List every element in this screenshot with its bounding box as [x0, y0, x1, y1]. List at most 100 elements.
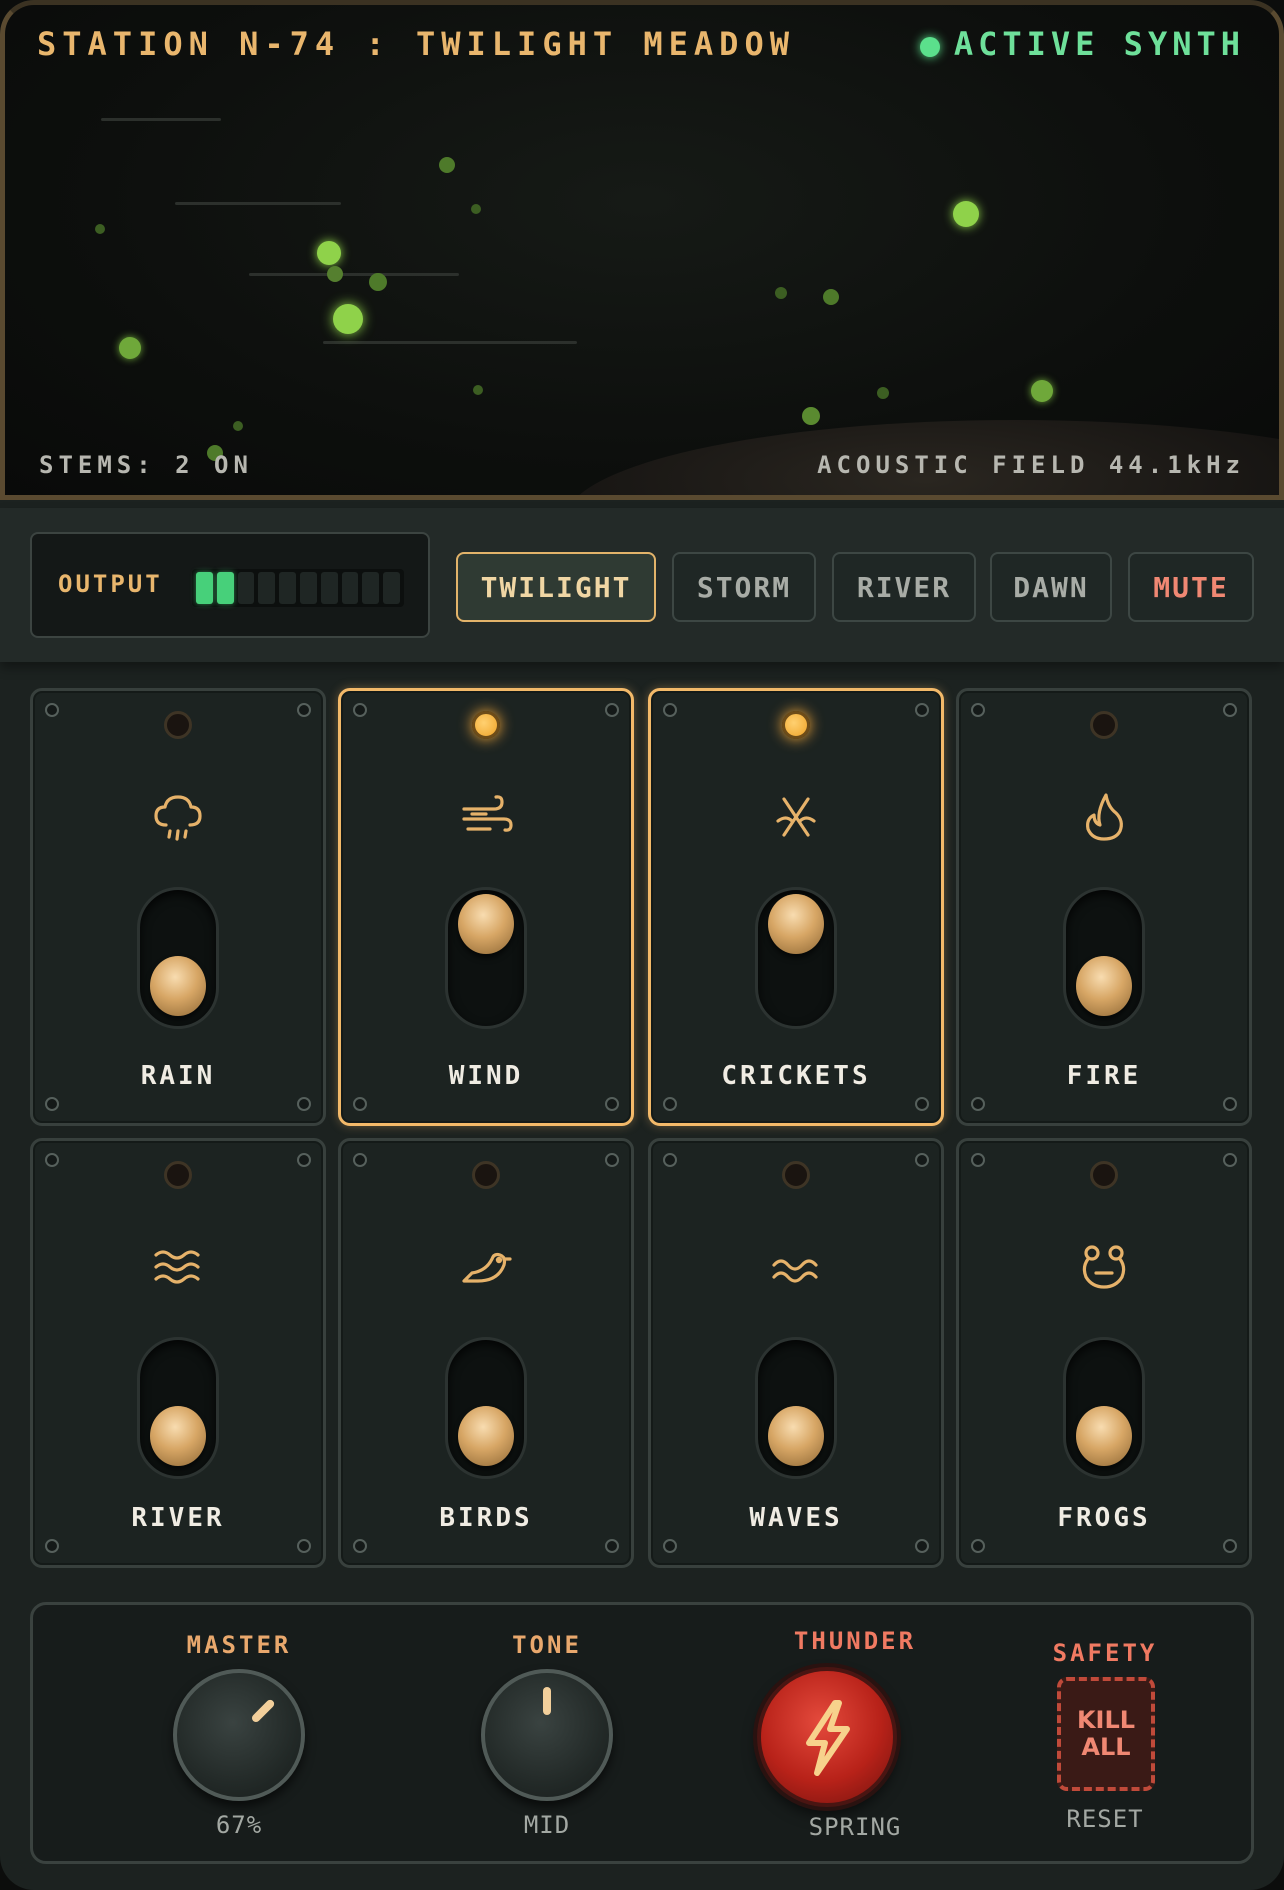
output-meter-box: OUTPUT	[30, 532, 430, 638]
stem-toggle-switch[interactable]	[137, 887, 219, 1029]
screw	[1223, 1539, 1237, 1553]
screw	[971, 703, 985, 717]
master-controls-panel: MASTER 67% TONE MID THUNDER SPRING SAFET…	[30, 1602, 1254, 1864]
stem-led	[782, 711, 810, 739]
ocean-wave-icon	[772, 1259, 818, 1283]
stem-toggle-switch[interactable]	[1063, 887, 1145, 1029]
lightning-icon	[806, 1700, 850, 1776]
screw	[1223, 1097, 1237, 1111]
thunder-value: SPRING	[808, 1813, 902, 1841]
stem-tile-birds[interactable]: BIRDS	[338, 1138, 634, 1568]
master-volume-knob[interactable]	[173, 1669, 305, 1801]
toggle-knob[interactable]	[1076, 956, 1132, 1016]
stem-toggle-switch[interactable]	[1063, 1337, 1145, 1479]
screw	[915, 1153, 929, 1167]
preset-storm-button[interactable]: STORM	[672, 552, 816, 622]
ambience-display: STATION N-74 : TWILIGHT MEADOW ACTIVE SY…	[0, 0, 1284, 500]
meter-segment	[237, 572, 255, 604]
toggle-knob[interactable]	[1076, 1406, 1132, 1466]
firefly	[233, 421, 243, 431]
screw	[605, 1153, 619, 1167]
output-level-meter	[192, 569, 404, 607]
wind-streak	[175, 202, 341, 205]
meter-segment	[196, 572, 213, 604]
screw	[1223, 1153, 1237, 1167]
stem-toggle-switch[interactable]	[755, 887, 837, 1029]
tone-value: MID	[523, 1811, 571, 1839]
firefly	[439, 157, 455, 173]
stems-count: STEMS: 2 ON	[39, 451, 253, 479]
preset-river-button[interactable]: RIVER	[832, 552, 976, 622]
screw	[45, 703, 59, 717]
stem-toggle-switch[interactable]	[137, 1337, 219, 1479]
stem-label: WAVES	[749, 1503, 843, 1533]
wind-streak	[101, 118, 221, 121]
screw	[353, 1153, 367, 1167]
toggle-knob[interactable]	[458, 894, 514, 954]
screw	[915, 1097, 929, 1111]
screw	[297, 703, 311, 717]
output-label: OUTPUT	[58, 570, 163, 598]
toggle-knob[interactable]	[768, 894, 824, 954]
screw	[1223, 703, 1237, 717]
meter-segment	[362, 572, 380, 604]
toggle-knob[interactable]	[458, 1406, 514, 1466]
tone-knob[interactable]	[481, 1669, 613, 1801]
stem-tile-waves[interactable]: WAVES	[648, 1138, 944, 1568]
stem-tile-fire[interactable]: FIRE	[956, 688, 1252, 1126]
knob-pointer	[250, 1698, 276, 1724]
screw	[353, 703, 367, 717]
screw	[971, 1097, 985, 1111]
stem-led	[164, 711, 192, 739]
thunder-button[interactable]	[757, 1667, 897, 1807]
knob-pointer	[543, 1687, 551, 1715]
kill-all-line1: KILL	[1076, 1706, 1136, 1734]
screw	[663, 703, 677, 717]
stem-led	[472, 1161, 500, 1189]
preset-dawn-button[interactable]: DAWN	[990, 552, 1112, 622]
stem-tile-crickets[interactable]: CRICKETS	[648, 688, 944, 1126]
toggle-knob[interactable]	[150, 1406, 206, 1466]
screw	[663, 1539, 677, 1553]
stem-toggle-switch[interactable]	[755, 1337, 837, 1479]
tone-label: TONE	[512, 1631, 582, 1659]
firefly	[333, 304, 363, 334]
screw	[353, 1097, 367, 1111]
firefly	[471, 204, 481, 214]
firefly	[473, 385, 483, 395]
wind-streak	[323, 341, 577, 344]
stem-toggle-switch[interactable]	[445, 1337, 527, 1479]
firefly	[775, 287, 787, 299]
stem-label: FIRE	[1066, 1061, 1142, 1091]
wind-streak	[249, 273, 459, 276]
meter-segment	[299, 572, 317, 604]
stem-led	[472, 711, 500, 739]
screw	[45, 1539, 59, 1553]
toggle-knob[interactable]	[150, 956, 206, 1016]
kill-all-button[interactable]: KILL ALL	[1057, 1677, 1155, 1791]
flame-icon	[1086, 793, 1123, 841]
screw	[353, 1539, 367, 1553]
mute-button[interactable]: MUTE	[1128, 552, 1254, 622]
screw	[605, 1097, 619, 1111]
app-window: STATION N-74 : TWILIGHT MEADOW ACTIVE SY…	[0, 0, 1284, 1890]
stem-led	[164, 1161, 192, 1189]
stem-tile-wind[interactable]: WIND	[338, 688, 634, 1126]
meter-segment	[216, 572, 234, 604]
stem-tile-river[interactable]: RIVER	[30, 1138, 326, 1568]
screw	[663, 1153, 677, 1167]
status-led	[919, 37, 940, 57]
stem-toggle-switch[interactable]	[445, 887, 527, 1029]
preset-twilight-button[interactable]: TWILIGHT	[456, 552, 656, 622]
meter-segment	[258, 572, 276, 604]
toggle-knob[interactable]	[768, 1406, 824, 1466]
screw	[915, 1539, 929, 1553]
screw	[971, 1153, 985, 1167]
synth-status: ACTIVE SYNTH	[919, 25, 1245, 63]
stem-tile-rain[interactable]: RAIN	[30, 688, 326, 1126]
acoustic-field-readout: ACOUSTIC FIELD 44.1kHz	[817, 451, 1245, 479]
stem-label: FROGS	[1057, 1503, 1151, 1533]
firefly	[95, 224, 105, 234]
stem-tile-frogs[interactable]: FROGS	[956, 1138, 1252, 1568]
kill-all-line2: ALL	[1081, 1733, 1131, 1761]
